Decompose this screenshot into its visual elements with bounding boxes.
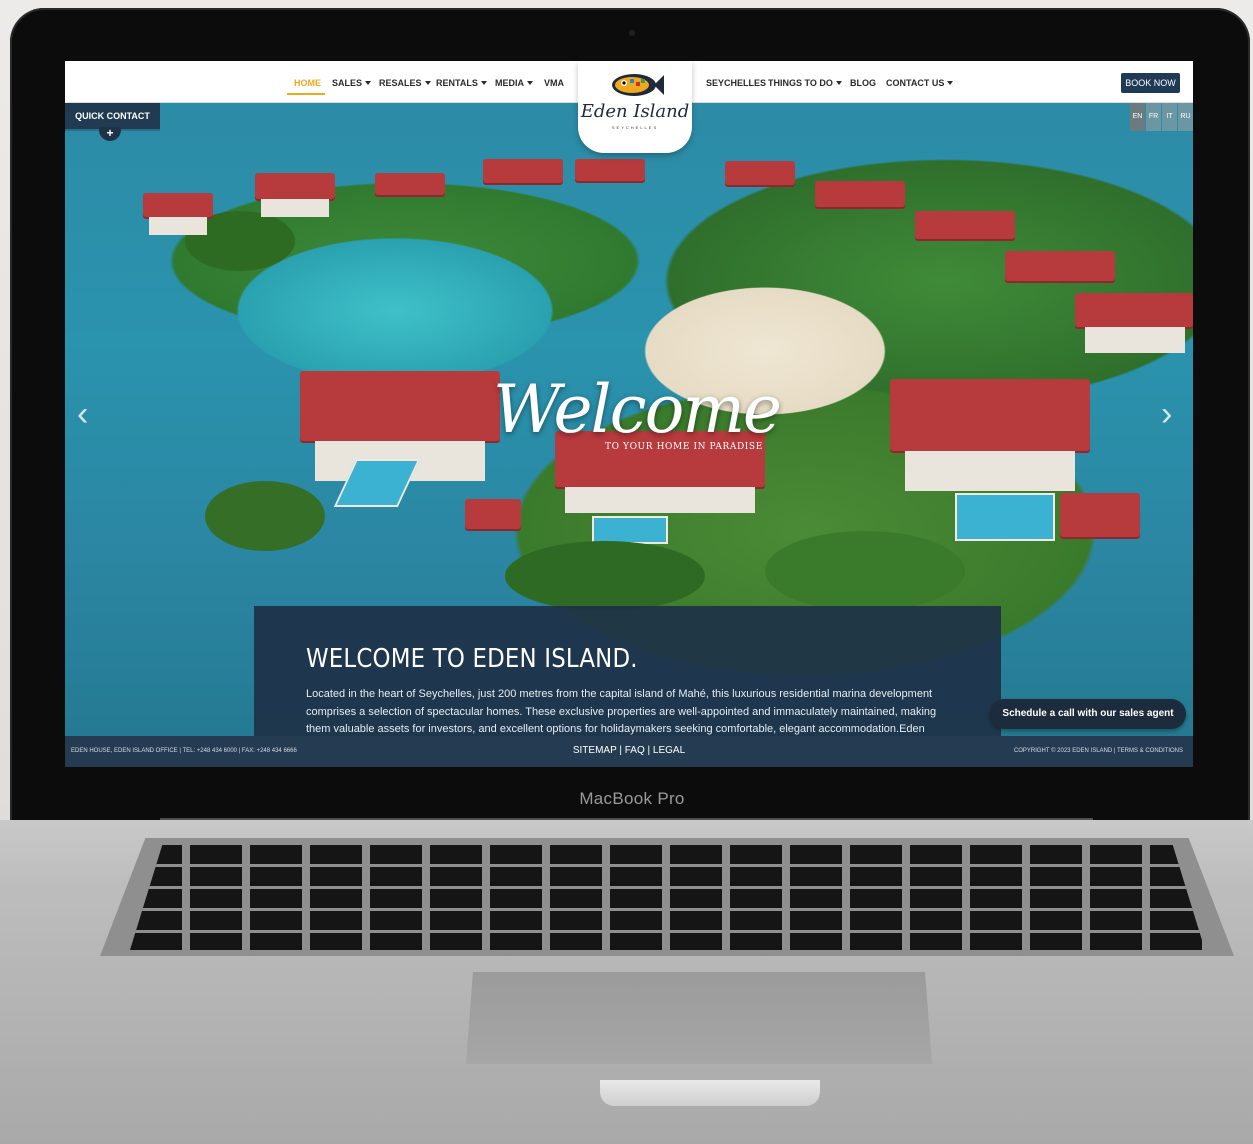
tree-cluster	[205, 481, 325, 551]
active-nav-underline	[287, 93, 325, 95]
language-ru[interactable]: RU	[1178, 103, 1193, 131]
tree-cluster	[505, 541, 705, 611]
nav-item-label: BLOG	[850, 78, 876, 88]
house-roof	[575, 159, 645, 181]
house-wall	[261, 199, 329, 217]
nav-item-rentals[interactable]: RENTALS	[436, 78, 487, 88]
logo-subtext: SEYCHELLES	[611, 125, 659, 130]
house-roof	[815, 181, 905, 207]
nav-item-things-to-do[interactable]: THINGS TO DO	[768, 78, 842, 88]
camera	[629, 30, 635, 36]
nav-item-contact-us[interactable]: CONTACT US	[886, 78, 954, 88]
gazebo-roof	[465, 499, 521, 529]
hero-welcome-title: Welcome	[493, 371, 782, 448]
intro-title: WELCOME TO EDEN ISLAND.	[306, 644, 638, 674]
trackpad	[466, 972, 932, 1064]
schedule-call-button[interactable]: Schedule a call with our sales agent	[990, 699, 1186, 729]
intro-panel: WELCOME TO EDEN ISLAND. Located in the h…	[254, 606, 1001, 736]
nav-item-label: SEYCHELLES	[706, 78, 767, 88]
nav-item-label: THINGS TO DO	[768, 78, 833, 88]
language-it[interactable]: IT	[1162, 103, 1177, 131]
nav-item-label: SALES	[332, 78, 363, 88]
nav-item-media[interactable]: MEDIA	[495, 78, 533, 88]
language-en[interactable]: EN	[1130, 103, 1145, 131]
nav-item-home[interactable]: HOME	[294, 78, 321, 88]
logo-text: Eden Island	[580, 101, 690, 122]
nav-item-blog[interactable]: BLOG	[850, 78, 876, 88]
caret-down-icon	[947, 81, 954, 85]
villa-roof	[890, 379, 1090, 451]
footer-copyright: COPYRIGHT © 2023 EDEN ISLAND | TERMS & C…	[1013, 748, 1183, 754]
nav-item-label: VMA	[544, 78, 564, 88]
villa-pool	[955, 493, 1055, 541]
caret-down-icon	[365, 81, 372, 85]
house-roof	[725, 161, 795, 185]
house-roof	[1005, 251, 1115, 281]
house-wall	[149, 217, 207, 235]
house-roof	[1075, 293, 1193, 327]
device-brand-label: MacBook Pro	[579, 789, 685, 808]
villa-pool	[592, 516, 668, 544]
tree-cluster	[765, 531, 965, 611]
nav-item-vma[interactable]: VMA	[544, 78, 564, 88]
house-wall	[1085, 327, 1185, 353]
site-footer: EDEN HOUSE, EDEN ISLAND OFFICE | TEL: +2…	[65, 736, 1193, 767]
site-logo[interactable]: Eden Island SEYCHELLES	[578, 61, 692, 153]
nav-item-seychelles[interactable]: SEYCHELLES	[706, 78, 766, 88]
house-roof	[483, 159, 563, 183]
villa-wall	[905, 451, 1075, 491]
browser-screen: HOME SALES RESALES RENTALS MEDIA VMA SEYCHELL…	[65, 61, 1193, 767]
house-roof	[375, 173, 445, 195]
villa-wall	[565, 487, 755, 513]
house-roof	[255, 173, 335, 199]
house-roof	[1060, 493, 1140, 537]
caret-down-icon	[835, 81, 842, 85]
nav-item-label: HOME	[294, 78, 321, 88]
house-roof	[143, 193, 213, 217]
nav-item-label: MEDIA	[495, 78, 524, 88]
nav-item-label: CONTACT US	[886, 78, 945, 88]
caret-down-icon	[424, 81, 431, 85]
nav-item-label: RESALES	[379, 78, 422, 88]
villa-roof	[300, 371, 500, 441]
caret-down-icon	[480, 81, 487, 85]
language-fr[interactable]: FR	[1146, 103, 1161, 131]
intro-text: Located in the heart of Seychelles, just…	[306, 688, 937, 735]
nav-item-sales[interactable]: SALES	[332, 78, 372, 88]
laptop-mockup: MacBook Pro HOME SALES RESALES RENTALS M…	[0, 0, 1253, 1144]
book-now-button[interactable]: BOOK NOW	[1121, 73, 1180, 93]
caret-down-icon	[527, 81, 533, 85]
lid-notch	[600, 1080, 820, 1106]
chevron-left-icon[interactable]: ‹	[77, 397, 93, 431]
keyboard-rows	[130, 845, 1205, 950]
hero-subtitle: TO YOUR HOME IN PARADISE	[605, 442, 763, 452]
nav-item-resales[interactable]: RESALES	[379, 78, 431, 88]
house-roof	[915, 211, 1015, 239]
fish-logo-icon	[612, 74, 664, 96]
chevron-right-icon[interactable]: ›	[1161, 397, 1177, 431]
nav-item-label: RENTALS	[436, 78, 478, 88]
